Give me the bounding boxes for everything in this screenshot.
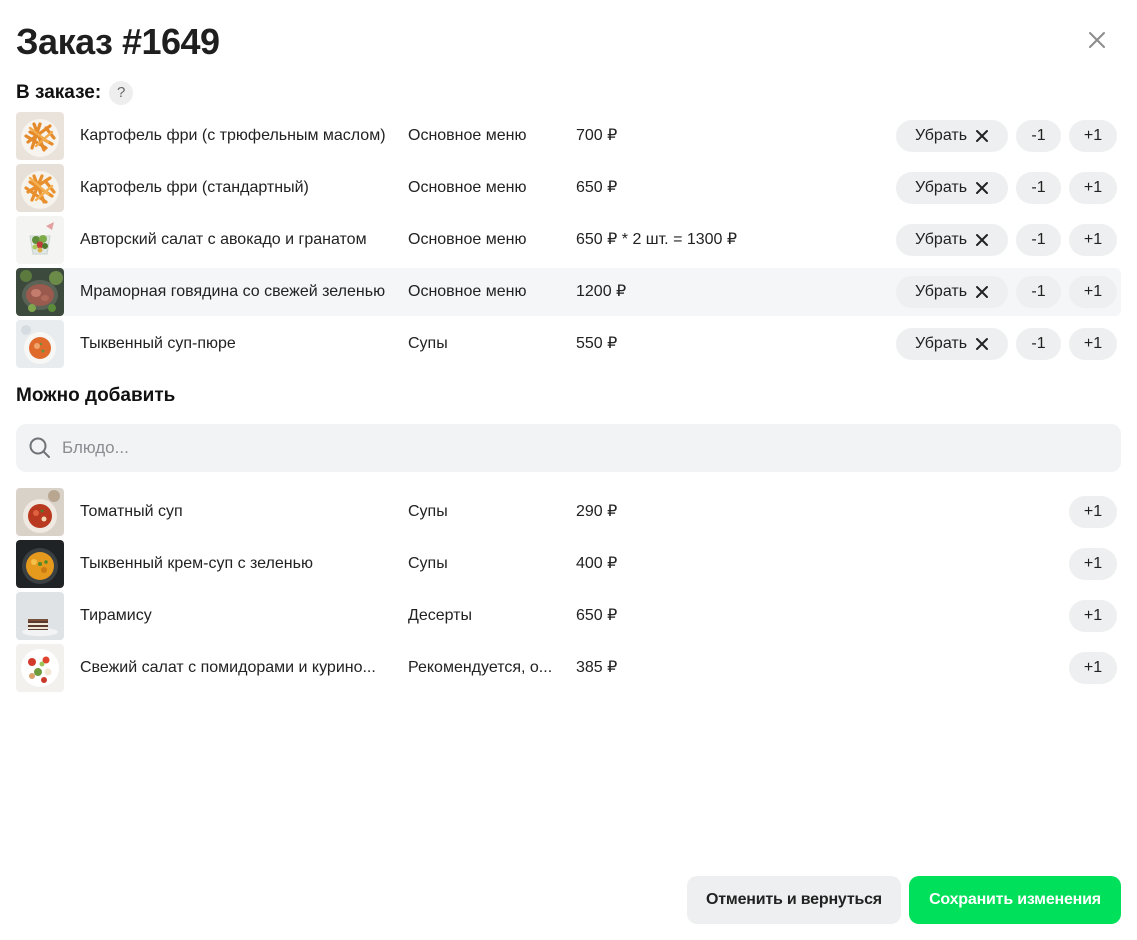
- steak-icon: [16, 268, 64, 316]
- decrement-button[interactable]: -1: [1016, 328, 1061, 360]
- item-price: 650 ₽: [576, 607, 618, 624]
- increment-button[interactable]: +1: [1069, 276, 1117, 308]
- close-icon: [976, 130, 989, 142]
- item-category: Рекомендуется, о...: [408, 659, 553, 676]
- cancel-button[interactable]: Отменить и вернуться: [687, 876, 901, 924]
- item-category: Основное меню: [408, 231, 527, 248]
- tomato-soup-icon: [16, 488, 64, 536]
- decrement-button[interactable]: -1: [1016, 276, 1061, 308]
- available-item-row: Тыквенный крем-суп с зеленью Супы 400 ₽ …: [16, 540, 1121, 588]
- order-items-list: Картофель фри (с трюфельным маслом) Осно…: [16, 112, 1121, 372]
- item-category: Супы: [408, 503, 448, 520]
- decrement-button[interactable]: -1: [1016, 120, 1061, 152]
- item-category: Десерты: [408, 607, 473, 624]
- soup-icon: [16, 320, 64, 368]
- save-button[interactable]: Сохранить изменения: [909, 876, 1121, 924]
- remove-label: Убрать: [914, 335, 968, 352]
- available-items-list: Томатный суп Супы 290 ₽ +1 Тыквенный кре…: [16, 488, 1121, 696]
- item-price: 700 ₽: [576, 127, 618, 144]
- add-button[interactable]: +1: [1069, 496, 1117, 528]
- item-name: Тыквенный суп-пюре: [80, 335, 236, 352]
- remove-label: Убрать: [914, 179, 968, 196]
- in-order-label: В заказе:: [16, 82, 102, 103]
- search-input[interactable]: [62, 424, 1102, 472]
- item-name: Тыквенный крем-суп с зеленью: [80, 555, 313, 572]
- help-icon[interactable]: ?: [109, 81, 134, 105]
- search-icon: [29, 437, 50, 458]
- order-item-row: Авторский салат с авокадо и гранатом Осн…: [16, 216, 1121, 264]
- close-icon: [976, 234, 989, 246]
- item-category: Основное меню: [408, 283, 527, 300]
- remove-button[interactable]: Убрать: [896, 224, 1008, 256]
- order-item-row: Тыквенный суп-пюре Супы 550 ₽ Убрать -1 …: [16, 320, 1121, 368]
- close-icon: [976, 182, 989, 194]
- dish-search: [16, 424, 1121, 472]
- available-item-row: Свежий салат с помидорами и курино... Ре…: [16, 644, 1121, 692]
- page-title: Заказ #1649: [16, 21, 220, 62]
- remove-button[interactable]: Убрать: [896, 276, 1008, 308]
- remove-label: Убрать: [914, 231, 968, 248]
- item-price: 400 ₽: [576, 555, 618, 572]
- item-name: Томатный суп: [80, 503, 183, 520]
- available-item-row: Тирамису Десерты 650 ₽ +1: [16, 592, 1121, 640]
- close-button[interactable]: [1081, 24, 1113, 56]
- decrement-button[interactable]: -1: [1016, 172, 1061, 204]
- increment-button[interactable]: +1: [1069, 172, 1117, 204]
- item-name: Тирамису: [80, 607, 152, 624]
- chicken-salad-icon: [16, 644, 64, 692]
- item-price: 650 ₽ * 2 шт. = 1300 ₽: [576, 231, 738, 248]
- remove-button[interactable]: Убрать: [896, 120, 1008, 152]
- order-edit-modal: Заказ #1649 В заказе: ? Картофель фри (с…: [0, 0, 1137, 940]
- increment-button[interactable]: +1: [1069, 120, 1117, 152]
- add-button[interactable]: +1: [1069, 652, 1117, 684]
- available-item-row: Томатный суп Супы 290 ₽ +1: [16, 488, 1121, 536]
- tiramisu-icon: [16, 592, 64, 640]
- item-price: 290 ₽: [576, 503, 618, 520]
- remove-label: Убрать: [914, 283, 968, 300]
- order-item-row: Картофель фри (стандартный) Основное мен…: [16, 164, 1121, 212]
- item-category: Основное меню: [408, 127, 527, 144]
- item-category: Супы: [408, 555, 448, 572]
- item-name: Картофель фри (стандартный): [80, 179, 309, 196]
- item-price: 650 ₽: [576, 179, 618, 196]
- order-item-row: Картофель фри (с трюфельным маслом) Осно…: [16, 112, 1121, 160]
- increment-button[interactable]: +1: [1069, 224, 1117, 256]
- close-icon: [976, 286, 989, 298]
- remove-button[interactable]: Убрать: [896, 172, 1008, 204]
- item-price: 1200 ₽: [576, 283, 627, 300]
- add-button[interactable]: +1: [1069, 600, 1117, 632]
- order-item-row: Мраморная говядина со свежей зеленью Осн…: [16, 268, 1121, 316]
- fries-icon: [16, 112, 64, 160]
- add-button[interactable]: +1: [1069, 548, 1117, 580]
- item-name: Картофель фри (с трюфельным маслом): [80, 127, 386, 144]
- remove-label: Убрать: [914, 127, 968, 144]
- can-add-heading: Можно добавить: [16, 385, 176, 406]
- item-category: Основное меню: [408, 179, 527, 196]
- close-icon: [1089, 32, 1105, 48]
- close-icon: [976, 338, 989, 350]
- fries-icon: [16, 164, 64, 212]
- item-category: Супы: [408, 335, 448, 352]
- item-price: 550 ₽: [576, 335, 618, 352]
- item-name: Мраморная говядина со свежей зеленью: [80, 283, 386, 300]
- in-order-heading: В заказе: ?: [16, 80, 134, 106]
- pumpkin-soup-icon: [16, 540, 64, 588]
- decrement-button[interactable]: -1: [1016, 224, 1061, 256]
- item-price: 385 ₽: [576, 659, 618, 676]
- increment-button[interactable]: +1: [1069, 328, 1117, 360]
- remove-button[interactable]: Убрать: [896, 328, 1008, 360]
- item-name: Свежий салат с помидорами и курино...: [80, 659, 376, 676]
- item-name: Авторский салат с авокадо и гранатом: [80, 231, 367, 248]
- salad-icon: [16, 216, 64, 264]
